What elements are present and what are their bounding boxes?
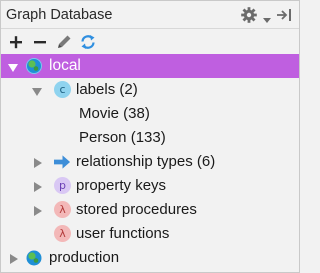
lambda-icon: λ: [54, 225, 71, 242]
collapse-arrow-icon[interactable]: [8, 252, 20, 264]
tree-node-label: local: [49, 57, 81, 74]
minus-icon[interactable]: [31, 33, 49, 51]
tree-node-label: relationship types (6): [76, 153, 216, 170]
tree-node-label: stored procedures: [76, 201, 197, 218]
tree-node-label: labels (2): [76, 81, 138, 98]
tree-node-label: user functions: [76, 225, 170, 242]
tree-node-labels[interactable]: c labels (2): [1, 78, 299, 102]
refresh-icon[interactable]: [79, 33, 97, 51]
arrow-right-icon: [54, 153, 71, 170]
database-icon: [25, 56, 45, 76]
title-actions: [239, 5, 293, 25]
collapse-arrow-icon[interactable]: [32, 180, 44, 192]
panel-title: Graph Database: [6, 6, 113, 23]
label-category-icon: c: [54, 81, 71, 98]
toolbar: [1, 30, 299, 54]
pencil-icon[interactable]: [55, 33, 73, 51]
expand-arrow-icon[interactable]: [7, 61, 19, 73]
plus-icon[interactable]: [7, 33, 25, 51]
expand-arrow-icon[interactable]: [31, 85, 43, 97]
tree-node-production[interactable]: production: [1, 246, 299, 270]
tree-node-label-person[interactable]: Person (133): [1, 126, 299, 150]
hide-panel-icon[interactable]: [275, 6, 293, 24]
collapse-arrow-icon[interactable]: [32, 204, 44, 216]
tree-node-property-keys[interactable]: p property keys: [1, 174, 299, 198]
tree-node-label-movie[interactable]: Movie (38): [1, 102, 299, 126]
database-tree: local c labels (2) Movie (38) Person (13…: [1, 54, 299, 270]
tree-node-local[interactable]: local: [1, 54, 299, 78]
tree-node-user-functions[interactable]: λ user functions: [1, 222, 299, 246]
tree-node-label: Person (133): [79, 129, 166, 146]
tree-node-relationship-types[interactable]: relationship types (6): [1, 150, 299, 174]
property-key-icon: p: [54, 177, 71, 194]
collapse-arrow-icon[interactable]: [32, 156, 44, 168]
tree-node-label: property keys: [76, 177, 167, 194]
graph-database-panel: Graph Database local c labels (2) Movie …: [0, 0, 300, 273]
tree-node-label: production: [49, 249, 120, 266]
tree-node-label: Movie (38): [79, 105, 150, 122]
gear-icon[interactable]: [239, 5, 259, 25]
lambda-icon: λ: [54, 201, 71, 218]
chevron-down-icon[interactable]: [263, 11, 271, 23]
tree-node-stored-procedures[interactable]: λ stored procedures: [1, 198, 299, 222]
database-icon: [25, 248, 45, 268]
